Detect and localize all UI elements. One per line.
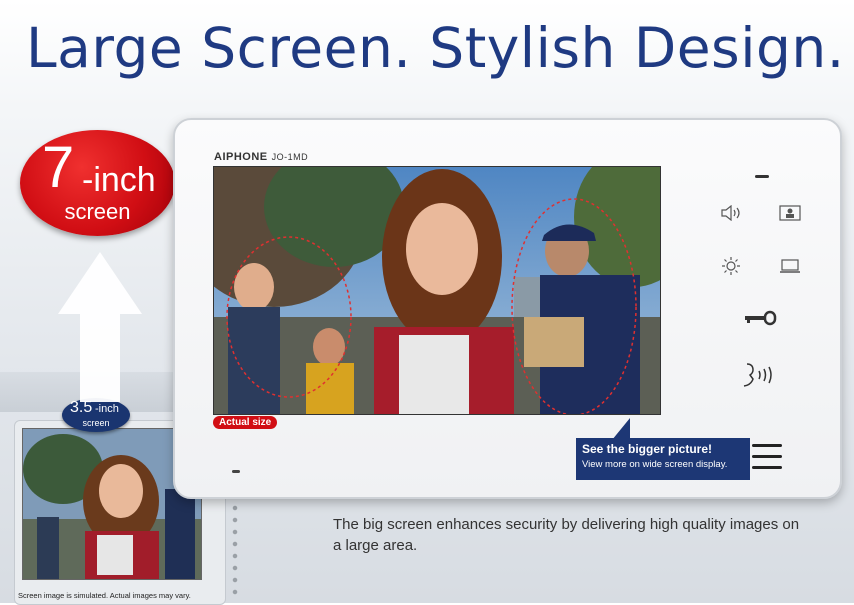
disclaimer-text: Screen image is simulated. Actual images…	[18, 591, 191, 600]
callout-subtitle: View more on wide screen display.	[582, 459, 728, 470]
small-speaker-grille	[230, 490, 240, 600]
callout-title: See the bigger picture!	[582, 442, 713, 456]
small-badge-word: screen	[82, 418, 110, 428]
brightness-icon[interactable]	[721, 256, 741, 276]
bigger-picture-callout: See the bigger picture! View more on wid…	[576, 438, 750, 480]
large-badge-unit: -inch	[82, 161, 156, 199]
large-badge-word: screen	[64, 199, 131, 224]
feature-description: The big screen enhances security by deli…	[333, 516, 800, 554]
callout-pointer	[612, 418, 630, 440]
key-icon[interactable]	[743, 310, 777, 326]
speaker-grille	[752, 444, 782, 472]
small-badge-unit: -inch	[95, 403, 119, 415]
up-arrow-icon	[58, 252, 142, 402]
monitor-icon[interactable]	[779, 205, 801, 221]
screen-icon[interactable]	[779, 258, 801, 274]
device-brand: AIPHONE JO-1MD	[214, 151, 308, 163]
microphone-slot	[232, 470, 240, 473]
volume-icon[interactable]	[720, 205, 744, 221]
brand-name: AIPHONE	[214, 151, 268, 163]
main-screen-image	[213, 166, 661, 415]
small-size-badge: 3.5 -inch screen	[62, 398, 130, 432]
status-led	[755, 175, 769, 178]
actual-size-tag: Actual size	[213, 416, 278, 429]
talk-icon[interactable]	[741, 362, 779, 388]
large-badge-number: 7	[42, 135, 75, 200]
large-size-badge: 7 -inch screen	[20, 130, 175, 236]
page-headline: Large Screen. Stylish Design.	[26, 16, 845, 80]
model-name: JO-1MD	[271, 152, 309, 162]
